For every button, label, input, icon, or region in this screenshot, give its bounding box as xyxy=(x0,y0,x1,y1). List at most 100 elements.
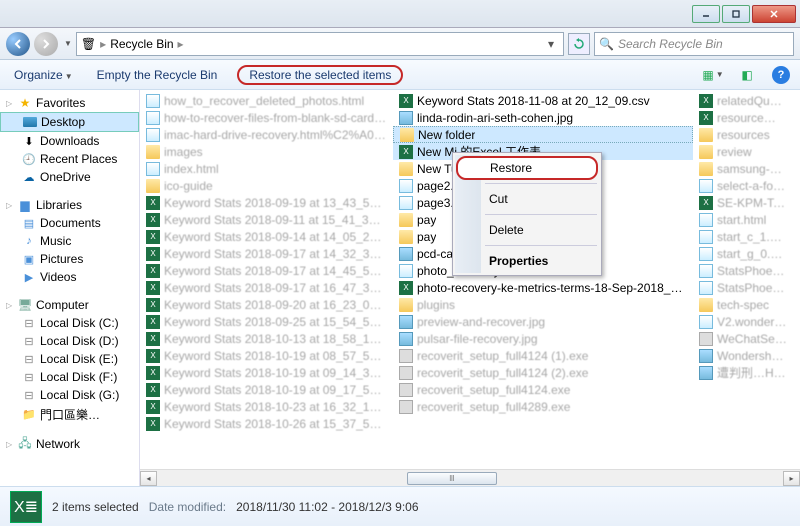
navigation-pane[interactable]: ▷ ★ Favorites Desktop ⬇Downloads 🕘Recent… xyxy=(0,90,140,486)
close-button[interactable] xyxy=(752,5,796,23)
context-menu-restore[interactable]: Restore xyxy=(456,156,598,180)
file-item[interactable]: how-to-recover-files-from-blank-sd-card.… xyxy=(140,109,393,126)
file-item[interactable]: XKeyword Stats 2018-10-26 at 15_37_58.cs… xyxy=(140,415,393,432)
file-item[interactable]: XKeyword Stats 2018-09-14 at 14_05_21.cs… xyxy=(140,228,393,245)
context-menu-cut[interactable]: Cut xyxy=(455,187,599,211)
file-item[interactable]: XKeyword Stats 2018-10-19 at 08_57_51.cs… xyxy=(140,347,393,364)
file-item[interactable]: Wondershare To xyxy=(693,347,793,364)
network-heading[interactable]: ▷ 🖧 Network xyxy=(0,435,139,453)
file-item[interactable]: XSE-KPM-Tasks_V xyxy=(693,194,793,211)
sidebar-item-drive-d[interactable]: ⊟Local Disk (D:) xyxy=(0,332,139,350)
sidebar-item-drive-f[interactable]: ⊟Local Disk (F:) xyxy=(0,368,139,386)
file-item[interactable]: New folder xyxy=(393,126,693,143)
sidebar-item-extra[interactable]: 📁門口區樂… xyxy=(0,404,139,425)
back-button[interactable] xyxy=(6,32,30,56)
scrollbar-thumb[interactable]: Ⅲ xyxy=(407,472,497,485)
address-bar[interactable]: 🗑 ▸ Recycle Bin ▸ ▾ xyxy=(76,32,564,56)
status-date-label: Date modified: xyxy=(149,500,226,514)
file-item[interactable]: XKeyword Stats 2018-09-19 at 13_43_53.cs… xyxy=(140,194,393,211)
scroll-left-icon[interactable]: ◂ xyxy=(140,471,157,486)
file-item[interactable]: recoverit_setup_full4124 (2).exe xyxy=(393,364,693,381)
file-item[interactable]: start_c_1.html xyxy=(693,228,793,245)
organize-button[interactable]: Organize▼ xyxy=(10,66,77,84)
view-options-icon[interactable]: ▦▼ xyxy=(704,66,722,84)
sidebar-item-recent-places[interactable]: 🕘Recent Places xyxy=(0,150,139,168)
file-item[interactable]: plugins xyxy=(393,296,693,313)
restore-selected-button[interactable]: Restore the selected items xyxy=(237,65,403,85)
address-dropdown-icon[interactable]: ▾ xyxy=(543,37,559,51)
breadcrumb-arrow-icon[interactable]: ▸ xyxy=(178,37,184,51)
file-item[interactable]: pulsar-file-recovery.jpg xyxy=(393,330,693,347)
file-item[interactable]: XKeyword Stats 2018-10-19 at 09_17_50.cs… xyxy=(140,381,393,398)
file-item[interactable]: index.html xyxy=(140,160,393,177)
history-dropdown-icon[interactable]: ▼ xyxy=(64,39,72,48)
file-item[interactable]: how_to_recover_deleted_photos.html xyxy=(140,92,393,109)
file-item[interactable]: images xyxy=(140,143,393,160)
file-item[interactable]: imac-hard-drive-recovery.html%C2%A0%E xyxy=(140,126,393,143)
sidebar-item-onedrive[interactable]: ☁OneDrive xyxy=(0,168,139,186)
file-item[interactable]: XKeyword Stats 2018-09-17 at 14_32_36.cs… xyxy=(140,245,393,262)
minimize-button[interactable] xyxy=(692,5,720,23)
sidebar-item-music[interactable]: ♪Music xyxy=(0,232,139,250)
file-item[interactable]: recoverit_setup_full4124 (1).exe xyxy=(393,347,693,364)
file-item[interactable]: linda-rodin-ari-seth-cohen.jpg xyxy=(393,109,693,126)
favorites-heading[interactable]: ▷ ★ Favorites xyxy=(0,94,139,112)
sidebar-item-videos[interactable]: ▶Videos xyxy=(0,268,139,286)
sidebar-item-pictures[interactable]: ▣Pictures xyxy=(0,250,139,268)
file-item[interactable]: XKeyword Stats 2018-09-17 at 16_47_32.cs… xyxy=(140,279,393,296)
file-item[interactable]: 遭判刑…HDV？… xyxy=(693,364,793,381)
file-item[interactable]: samsung-sd-car xyxy=(693,160,793,177)
file-item[interactable]: XKeyword Stats 2018-09-17 at 14_45_51.cs… xyxy=(140,262,393,279)
file-item[interactable]: WeChatSetup.ex xyxy=(693,330,793,347)
context-menu-properties[interactable]: Properties xyxy=(455,249,599,273)
preview-pane-icon[interactable]: ◧ xyxy=(738,66,756,84)
file-item[interactable]: review xyxy=(693,143,793,160)
sidebar-item-desktop[interactable]: Desktop xyxy=(0,112,139,132)
file-item[interactable]: start.html xyxy=(693,211,793,228)
file-item[interactable]: Xresource列表.csv xyxy=(693,109,793,126)
file-item[interactable]: XrelatedQueries.c xyxy=(693,92,793,109)
file-item[interactable]: ico-guide xyxy=(140,177,393,194)
file-item[interactable]: XKeyword Stats 2018-11-08 at 20_12_09.cs… xyxy=(393,92,693,109)
scroll-right-icon[interactable]: ▸ xyxy=(783,471,800,486)
file-item[interactable]: XKeyword Stats 2018-10-23 at 16_32_19.cs… xyxy=(140,398,393,415)
maximize-button[interactable] xyxy=(722,5,750,23)
file-item[interactable]: recoverit_setup_full4124.exe xyxy=(393,381,693,398)
computer-heading[interactable]: ▷ 🖥 Computer xyxy=(0,296,139,314)
context-menu-separator xyxy=(485,183,597,184)
sidebar-item-downloads[interactable]: ⬇Downloads xyxy=(0,132,139,150)
file-item[interactable]: XKeyword Stats 2018-10-19 at 09_14_37.cs… xyxy=(140,364,393,381)
sidebar-item-documents[interactable]: ▤Documents xyxy=(0,214,139,232)
sidebar-item-drive-e[interactable]: ⊟Local Disk (E:) xyxy=(0,350,139,368)
file-list-pane[interactable]: how_to_recover_deleted_photos.htmlhow-to… xyxy=(140,90,800,486)
file-item[interactable]: preview-and-recover.jpg xyxy=(393,313,693,330)
context-menu-delete[interactable]: Delete xyxy=(455,218,599,242)
search-placeholder: Search Recycle Bin xyxy=(618,37,723,51)
file-item[interactable]: Xphoto-recovery-ke-metrics-terms-18-Sep-… xyxy=(393,279,693,296)
sidebar-item-drive-g[interactable]: ⊟Local Disk (G:) xyxy=(0,386,139,404)
file-item[interactable]: start_g_0.html xyxy=(693,245,793,262)
file-item[interactable]: StatsPhoenixVie xyxy=(693,279,793,296)
file-item[interactable]: StatsPhoenixVie xyxy=(693,262,793,279)
file-item[interactable]: resources xyxy=(693,126,793,143)
refresh-button[interactable] xyxy=(568,33,590,55)
file-item[interactable]: recoverit_setup_full4289.exe xyxy=(393,398,693,415)
file-item[interactable]: XKeyword Stats 2018-09-11 at 15_41_37.cs… xyxy=(140,211,393,228)
search-input[interactable]: 🔍 Search Recycle Bin xyxy=(594,32,794,56)
file-item[interactable]: select-a-format xyxy=(693,177,793,194)
libraries-heading[interactable]: ▷ ▆ Libraries xyxy=(0,196,139,214)
forward-button[interactable] xyxy=(34,32,58,56)
breadcrumb-location[interactable]: Recycle Bin xyxy=(110,37,173,51)
file-item[interactable]: V2.wondershare xyxy=(693,313,793,330)
file-item[interactable]: XKeyword Stats 2018-09-20 at 16_23_00.cs… xyxy=(140,296,393,313)
sidebar-item-drive-c[interactable]: ⊟Local Disk (C:) xyxy=(0,314,139,332)
recycle-bin-icon: 🗑 xyxy=(81,37,96,51)
empty-recycle-bin-button[interactable]: Empty the Recycle Bin xyxy=(93,66,222,84)
music-icon: ♪ xyxy=(22,234,36,248)
file-item[interactable]: XKeyword Stats 2018-10-13 at 18_58_14.cs… xyxy=(140,330,393,347)
horizontal-scrollbar[interactable]: ◂ Ⅲ ▸ xyxy=(140,469,800,486)
file-item[interactable]: tech-spec xyxy=(693,296,793,313)
scrollbar-track[interactable]: Ⅲ xyxy=(157,471,783,486)
file-item[interactable]: XKeyword Stats 2018-09-25 at 15_54_50.cs… xyxy=(140,313,393,330)
help-icon[interactable]: ? xyxy=(772,66,790,84)
